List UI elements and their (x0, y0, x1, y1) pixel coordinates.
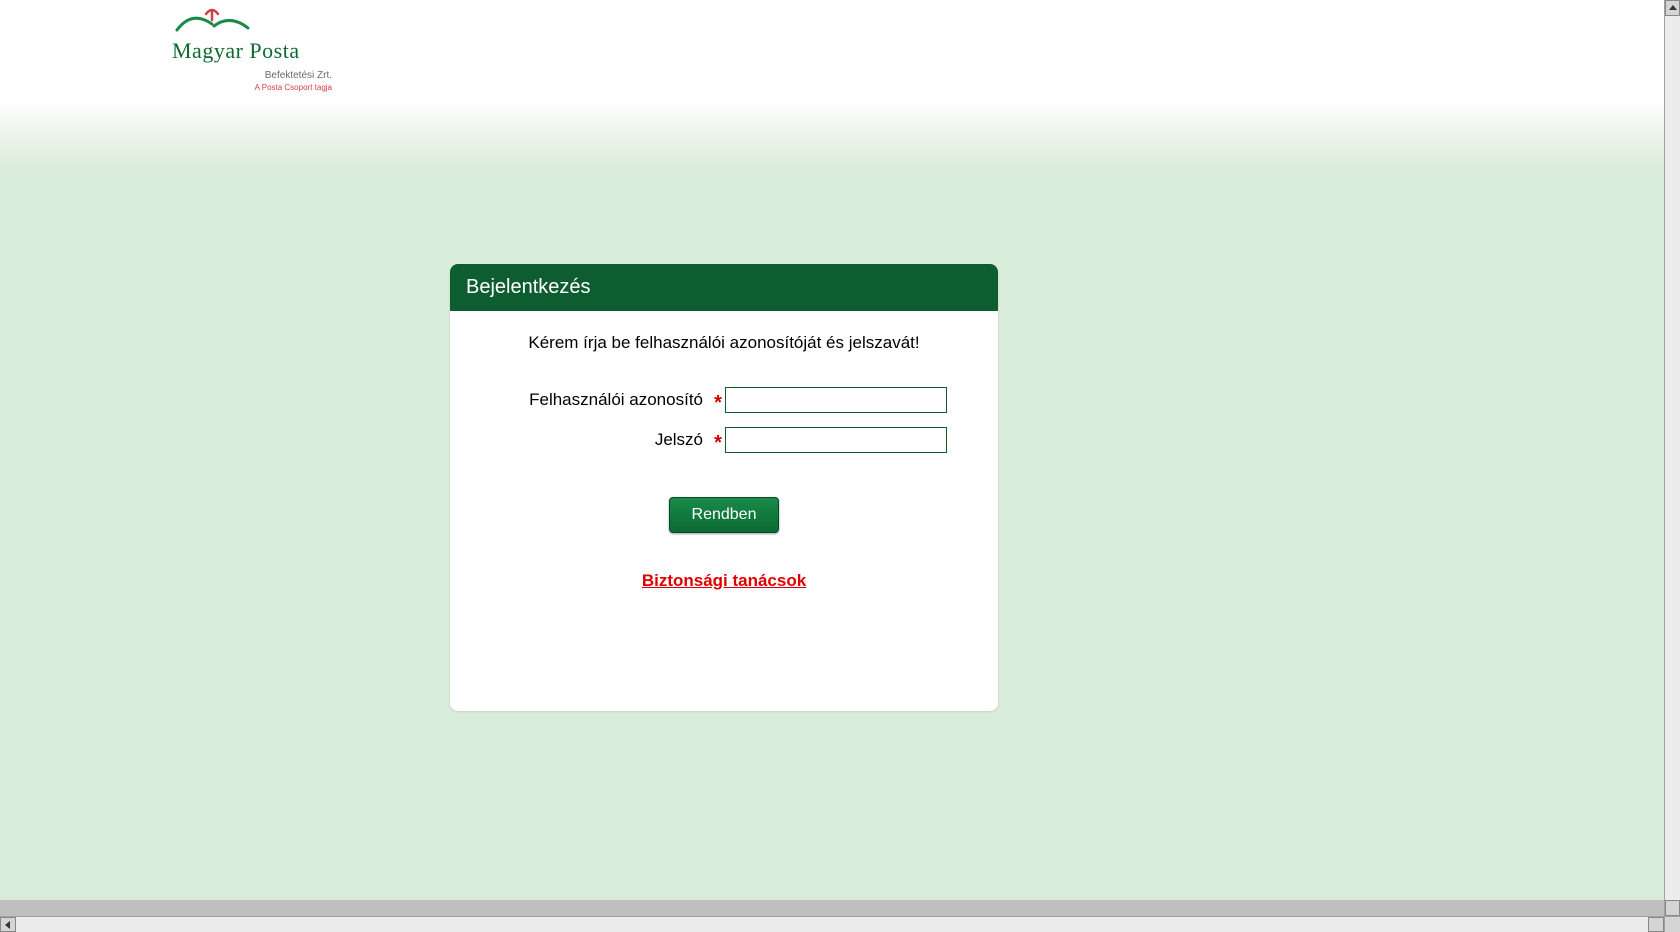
brand-subtitle: Befektetési Zrt. (172, 70, 332, 81)
username-input[interactable] (725, 387, 947, 413)
scroll-right-icon (1654, 921, 1659, 929)
brand-logo: Magyar Posta Befektetési Zrt. A Posta Cs… (172, 8, 332, 92)
password-row: Jelszó * (480, 427, 968, 453)
security-tips-link[interactable]: Biztonsági tanácsok (642, 571, 806, 591)
username-row: Felhasználói azonosító * (480, 387, 968, 413)
scroll-left-icon (5, 921, 10, 929)
submit-button[interactable]: Rendben (669, 497, 780, 533)
password-label: Jelszó (501, 430, 711, 450)
horizontal-scrollbar[interactable] (0, 916, 1664, 932)
scroll-up-icon (1669, 5, 1677, 10)
panel-title: Bejelentkezés (450, 264, 998, 311)
brand-tagline: A Posta Csoport tagja (172, 83, 332, 92)
username-label: Felhasználói azonosító (501, 390, 711, 410)
page: Magyar Posta Befektetési Zrt. A Posta Cs… (0, 0, 1664, 900)
password-input[interactable] (725, 427, 947, 453)
panel-body: Kérem írja be felhasználói azonosítóját … (450, 311, 998, 711)
vertical-scrollbar[interactable] (1664, 0, 1680, 916)
login-instruction: Kérem írja be felhasználói azonosítóját … (480, 333, 968, 353)
scroll-down-icon (1669, 906, 1677, 911)
scrollbar-corner (1664, 916, 1680, 932)
required-asterisk-icon: * (711, 436, 725, 450)
magyar-posta-icon (172, 8, 332, 36)
login-panel: Bejelentkezés Kérem írja be felhasználói… (450, 264, 998, 711)
brand-name: Magyar Posta (172, 38, 332, 64)
required-asterisk-icon: * (711, 396, 725, 410)
